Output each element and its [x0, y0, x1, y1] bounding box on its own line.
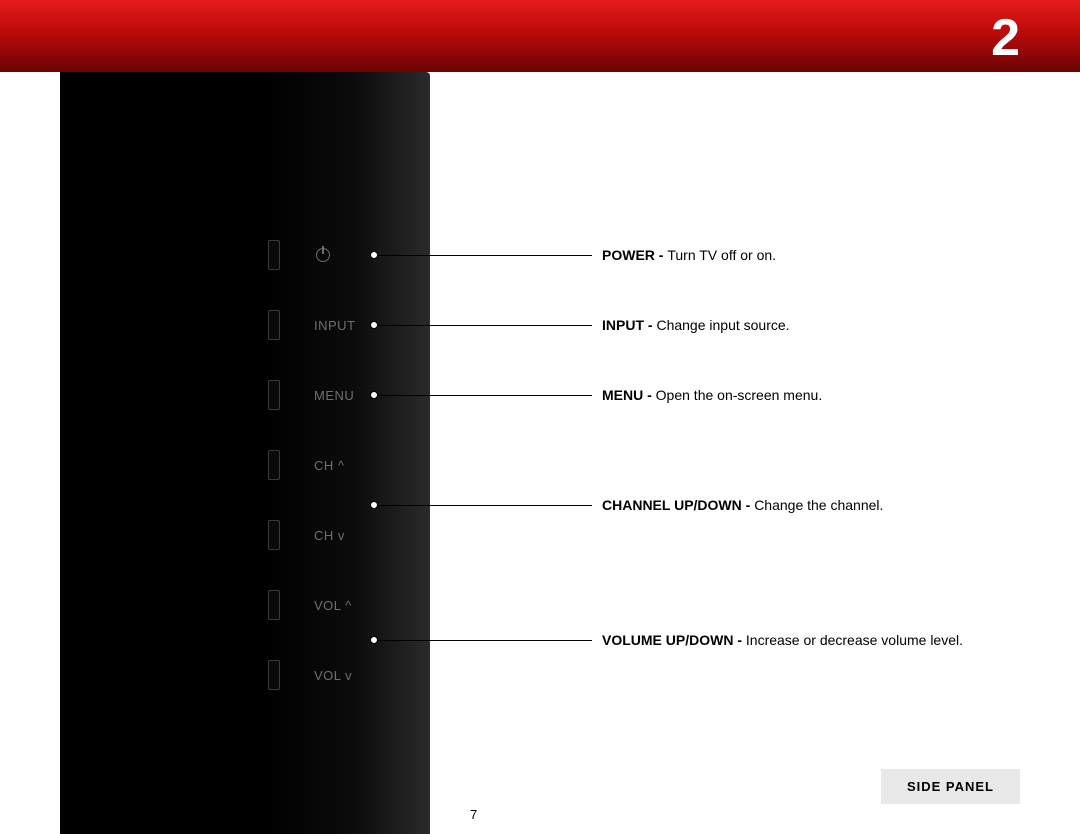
desc-volume-text: Increase or decrease volume level.	[746, 632, 963, 648]
menu-button-slot	[268, 380, 280, 410]
desc-volume-bold: VOLUME UP/DOWN -	[602, 632, 746, 648]
desc-volume: VOLUME UP/DOWN - Increase or decrease vo…	[602, 632, 963, 648]
callout-dot-input	[370, 321, 378, 329]
desc-menu-text: Open the on-screen menu.	[656, 387, 823, 403]
desc-power-text: Turn TV off or on.	[667, 247, 776, 263]
vol-up-button-slot	[268, 590, 280, 620]
callout-line-volume	[378, 640, 592, 641]
input-button-slot	[268, 310, 280, 340]
desc-channel-text: Change the channel.	[754, 497, 883, 513]
vol-down-label: VOL v	[314, 660, 454, 690]
desc-channel-bold: CHANNEL UP/DOWN -	[602, 497, 754, 513]
power-icon	[316, 248, 330, 262]
callout-line-power	[378, 255, 592, 256]
power-button-slot	[268, 240, 280, 270]
vol-down-button-slot	[268, 660, 280, 690]
tv-side-panel: INPUT MENU CH ^ CH v VOL ^ VOL v	[60, 72, 430, 834]
desc-menu-bold: MENU -	[602, 387, 656, 403]
desc-input-text: Change input source.	[656, 317, 789, 333]
desc-power: POWER - Turn TV off or on.	[602, 247, 776, 263]
desc-input-bold: INPUT -	[602, 317, 656, 333]
header-band: 2	[0, 0, 1080, 72]
callout-line-channel	[378, 505, 592, 506]
ch-down-label: CH v	[314, 520, 454, 550]
desc-input: INPUT - Change input source.	[602, 317, 790, 333]
ch-up-label: CH ^	[314, 450, 454, 480]
callout-dot-menu	[370, 391, 378, 399]
side-panel-tag: SIDE PANEL	[881, 769, 1020, 804]
chapter-number: 2	[991, 8, 1020, 68]
ch-up-button-slot	[268, 450, 280, 480]
ch-down-button-slot	[268, 520, 280, 550]
desc-menu: MENU - Open the on-screen menu.	[602, 387, 822, 403]
callout-dot-volume	[370, 636, 378, 644]
callout-dot-power	[370, 251, 378, 259]
callout-dot-channel	[370, 501, 378, 509]
callout-line-input	[378, 325, 592, 326]
page-number: 7	[470, 807, 477, 822]
vol-up-label: VOL ^	[314, 590, 454, 620]
desc-power-bold: POWER -	[602, 247, 667, 263]
desc-channel: CHANNEL UP/DOWN - Change the channel.	[602, 497, 883, 513]
callout-line-menu	[378, 395, 592, 396]
